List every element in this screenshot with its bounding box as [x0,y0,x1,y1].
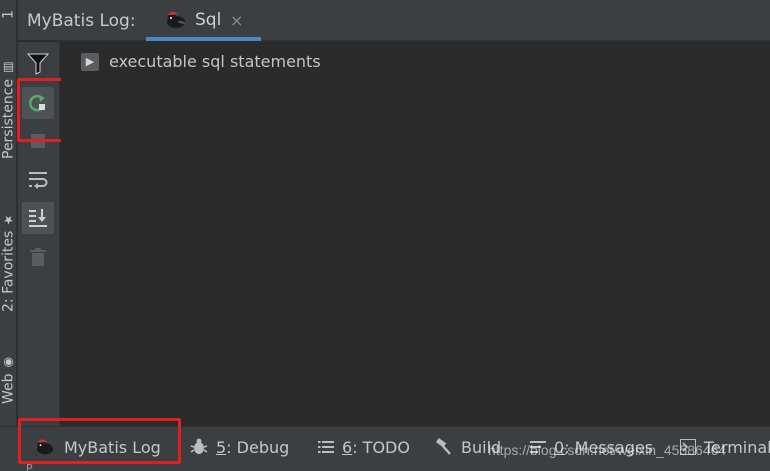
tree-node-executable-sql[interactable]: ▶ executable sql statements [81,52,321,71]
bottom-tab-debug[interactable]: 5: Debug [190,435,289,459]
side-tab-persistence[interactable]: Persistence ▤ [0,60,17,160]
bottom-tab-todo-mnemonic: 6 [342,437,353,457]
sql-log-content: ▶ executable sql statements [61,42,770,426]
side-tab-persistence-label: Persistence [0,78,17,160]
active-tab-indicator [146,37,261,41]
side-tab-favorites[interactable]: 2: Favorites ★ [0,200,17,325]
side-tab-web-label: Web [0,373,17,405]
filter-icon [27,53,49,75]
clear-all-button[interactable] [22,241,54,273]
globe-icon: ◉ [1,355,16,370]
bottom-tab-todo[interactable]: 6: TODO [318,435,410,459]
side-tab-project[interactable]: 1 [0,0,17,30]
star-icon: ★ [1,212,16,227]
highlight-box-mybatis-log [18,418,181,464]
tool-window-title: MyBatis Log: [27,11,136,31]
bottom-tab-todo-label: : TODO [352,437,410,457]
tree-node-label: executable sql statements [109,52,321,71]
persistence-icon: ▤ [1,60,16,75]
bottom-tab-debug-label: : Debug [226,437,290,457]
watermark: https://blog.csdn.net/weixin_45586464 [488,442,727,458]
scroll-to-end-icon [29,209,47,227]
tab-sql[interactable]: Sql × [146,0,261,41]
expand-arrow-icon[interactable]: ▶ [81,52,99,71]
side-tab-project-label: 1 [0,10,17,20]
hammer-icon [435,438,453,456]
soft-wrap-icon [29,172,48,189]
soft-wrap-button[interactable] [22,164,54,196]
bottom-tab-debug-mnemonic: 5 [216,437,227,457]
cut-off-text: P [26,462,33,471]
side-tab-favorites-label: 2: Favorites [0,230,17,313]
tab-sql-label: Sql [195,10,222,30]
trash-icon [30,248,46,266]
scroll-to-end-button[interactable] [22,202,54,234]
tool-window-header: MyBatis Log: Sql × [18,0,770,41]
left-side-strip: 1 Persistence ▤ 2: Favorites ★ Web ◉ [0,0,17,471]
filter-button[interactable] [22,48,54,80]
list-icon [318,440,334,454]
bug-icon [190,438,208,456]
side-tab-web[interactable]: Web ◉ [0,345,17,415]
mybatis-bird-icon [167,11,186,28]
tab-close-icon[interactable]: × [230,11,243,30]
